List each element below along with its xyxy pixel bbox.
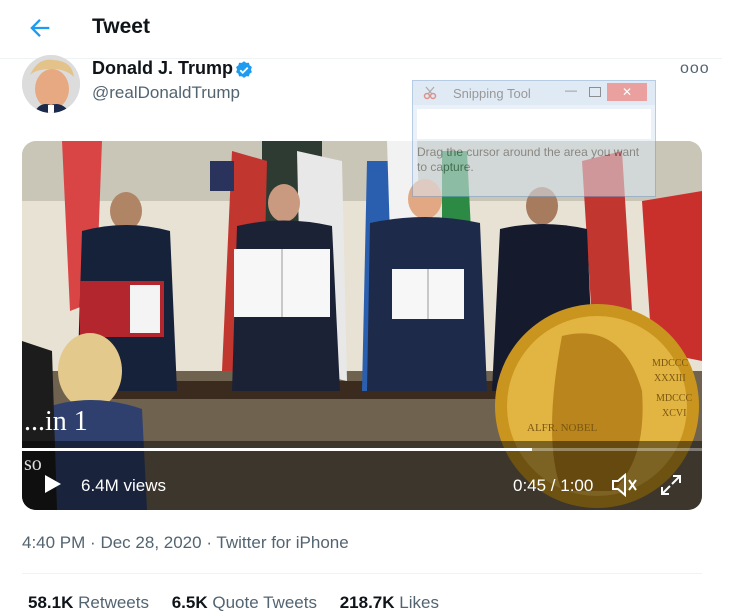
snipping-tool-titlebar[interactable]: Snipping Tool — ✕: [413, 81, 655, 105]
page-title: Tweet: [92, 15, 150, 38]
likes-count: 218.7K: [339, 593, 395, 612]
quote-tweets-stat[interactable]: 6.5K Quote Tweets: [172, 593, 317, 612]
svg-text:ALFR. NOBEL: ALFR. NOBEL: [527, 422, 598, 434]
separator: ·: [206, 533, 212, 552]
snipping-tool-message: Drag the cursor around the area you want…: [417, 145, 640, 174]
separator: ·: [90, 533, 96, 552]
volume-icon[interactable]: [610, 473, 638, 497]
quotes-count: 6.5K: [171, 593, 208, 612]
more-icon[interactable]: ooo: [680, 60, 710, 78]
svg-text:XXXIII: XXXIII: [654, 373, 686, 384]
tweet-source[interactable]: Twitter for iPhone: [216, 533, 348, 552]
scissors-icon: [423, 86, 437, 100]
view-count: 6.4M views: [81, 476, 167, 495]
expand-icon[interactable]: [659, 473, 683, 497]
retweets-count: 58.1K: [28, 593, 74, 612]
divider: [22, 573, 702, 574]
video-progress-fill: [22, 448, 532, 451]
snipping-tool-window[interactable]: Snipping Tool — ✕ Drag the cursor around…: [412, 80, 656, 197]
tweet-stats: 58.1K Retweets 6.5K Quote Tweets 218.7K …: [28, 593, 457, 613]
author-name[interactable]: Donald J. Trump: [92, 58, 233, 79]
tweet-date[interactable]: Dec 28, 2020: [100, 533, 201, 552]
snipping-tool-title: Snipping Tool: [453, 86, 531, 101]
snipping-tool-toolbar: [417, 109, 651, 139]
video-time: 0:45 / 1:00: [513, 476, 594, 495]
avatar[interactable]: [22, 55, 80, 113]
likes-label: Likes: [399, 593, 439, 612]
quotes-label: Quote Tweets: [212, 593, 317, 612]
scrollbar[interactable]: [722, 0, 737, 613]
tweet-time[interactable]: 4:40 PM: [22, 533, 85, 552]
verified-badge-icon: [236, 61, 252, 78]
play-icon[interactable]: [40, 472, 64, 496]
video-progress-bar[interactable]: [22, 448, 702, 451]
maximize-icon[interactable]: [589, 87, 601, 97]
svg-text:XCVI: XCVI: [662, 408, 686, 419]
back-arrow-icon[interactable]: [26, 14, 54, 42]
video-overlay-text: ...in 1: [24, 406, 88, 437]
svg-text:MDCCC: MDCCC: [656, 393, 692, 404]
tweet-timestamp: 4:40 PM · Dec 28, 2020 · Twitter for iPh…: [22, 533, 349, 553]
close-icon[interactable]: ✕: [607, 83, 647, 101]
retweets-label: Retweets: [78, 593, 149, 612]
likes-stat[interactable]: 218.7K Likes: [340, 593, 439, 612]
retweets-stat[interactable]: 58.1K Retweets: [28, 593, 149, 612]
minimize-icon[interactable]: —: [565, 83, 577, 97]
author-handle[interactable]: @realDonaldTrump: [92, 83, 240, 103]
header: Tweet: [0, 0, 722, 59]
svg-text:MDCCC: MDCCC: [652, 358, 688, 369]
